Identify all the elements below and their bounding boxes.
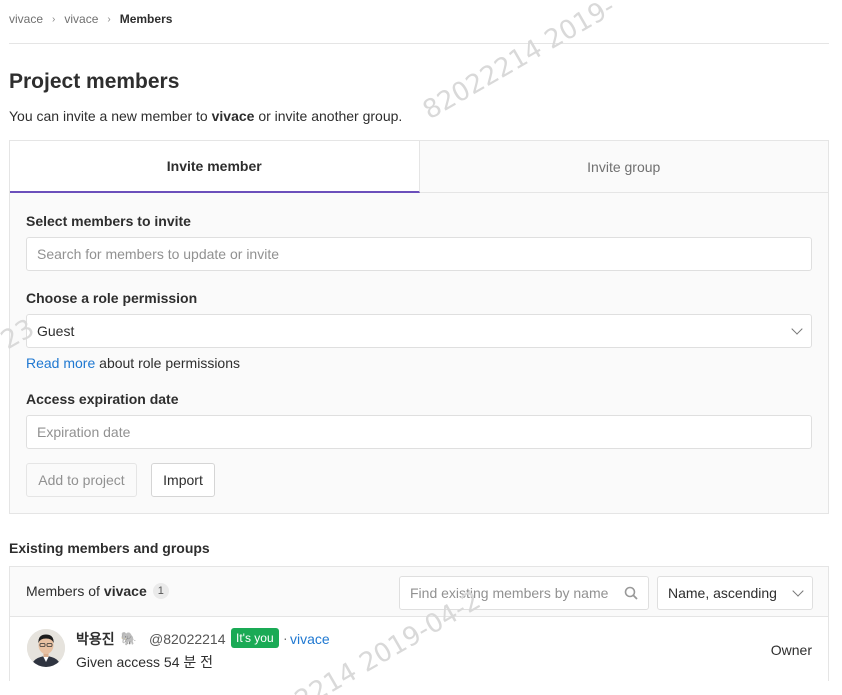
page-intro: You can invite a new member to vivace or… bbox=[9, 108, 403, 124]
breadcrumb: vivace › vivace › Members bbox=[9, 12, 172, 26]
sort-dropdown-value: Name, ascending bbox=[668, 585, 777, 601]
sort-dropdown[interactable]: Name, ascending bbox=[657, 576, 813, 610]
chevron-down-icon bbox=[791, 323, 803, 335]
avatar[interactable] bbox=[27, 629, 65, 667]
read-more-link[interactable]: Read more bbox=[26, 355, 95, 371]
member-username: @82022214 bbox=[149, 631, 226, 647]
member-role: Owner bbox=[770, 642, 812, 658]
breadcrumb-group-link[interactable]: vivace bbox=[9, 12, 43, 26]
existing-members-title: Existing members and groups bbox=[9, 540, 210, 556]
role-permission-label: Choose a role permission bbox=[26, 290, 198, 306]
invite-tabs: Invite member Invite group bbox=[10, 141, 828, 193]
given-access-text: Given access 54 분 전 bbox=[76, 654, 214, 670]
members-list-header: Members of vivace 1 Find existing member… bbox=[10, 567, 828, 617]
chevron-right-icon: › bbox=[52, 13, 56, 25]
members-project-name: vivace bbox=[103, 583, 147, 599]
add-to-project-button[interactable]: Add to project bbox=[26, 463, 137, 497]
intro-project-name: vivace bbox=[211, 108, 255, 124]
select-members-label: Select members to invite bbox=[26, 213, 191, 229]
members-list: Members of vivace 1 Find existing member… bbox=[9, 566, 829, 681]
members-count-badge: 1 bbox=[152, 583, 169, 599]
separator-dot: · bbox=[283, 630, 288, 646]
breadcrumb-project-link[interactable]: vivace bbox=[64, 12, 98, 26]
expiration-date-input[interactable]: Expiration date bbox=[26, 415, 812, 449]
page-title: Project members bbox=[9, 70, 180, 93]
find-members-input[interactable]: Find existing members by name bbox=[399, 576, 649, 610]
search-icon[interactable] bbox=[624, 586, 638, 600]
breadcrumb-current: Members bbox=[119, 12, 173, 26]
members-of-title: Members of vivace 1 bbox=[26, 583, 169, 599]
watermark-text: 82022214 2019- bbox=[418, 0, 621, 126]
elephant-icon: 🐘 bbox=[120, 631, 137, 646]
its-you-badge: It's you bbox=[231, 628, 279, 648]
member-source-link[interactable]: vivace bbox=[290, 631, 330, 647]
role-select[interactable]: Guest bbox=[26, 314, 812, 348]
read-more-text: Read more about role permissions bbox=[26, 355, 241, 371]
member-row: 박용진 🐘 @82022214 It's you · vivace Given … bbox=[10, 617, 828, 681]
tab-invite-member[interactable]: Invite member bbox=[10, 141, 420, 193]
member-search-input[interactable]: Search for members to update or invite bbox=[26, 237, 812, 271]
import-button[interactable]: Import bbox=[151, 463, 215, 497]
role-select-value: Guest bbox=[37, 323, 75, 339]
chevron-down-icon bbox=[792, 585, 804, 597]
tab-invite-group[interactable]: Invite group bbox=[420, 141, 829, 192]
breadcrumb-divider bbox=[9, 43, 829, 44]
member-name[interactable]: 박용진 🐘 bbox=[76, 629, 137, 649]
chevron-right-icon: › bbox=[107, 13, 111, 25]
invite-panel: Invite member Invite group Select member… bbox=[9, 140, 829, 514]
expiration-label: Access expiration date bbox=[26, 391, 179, 407]
